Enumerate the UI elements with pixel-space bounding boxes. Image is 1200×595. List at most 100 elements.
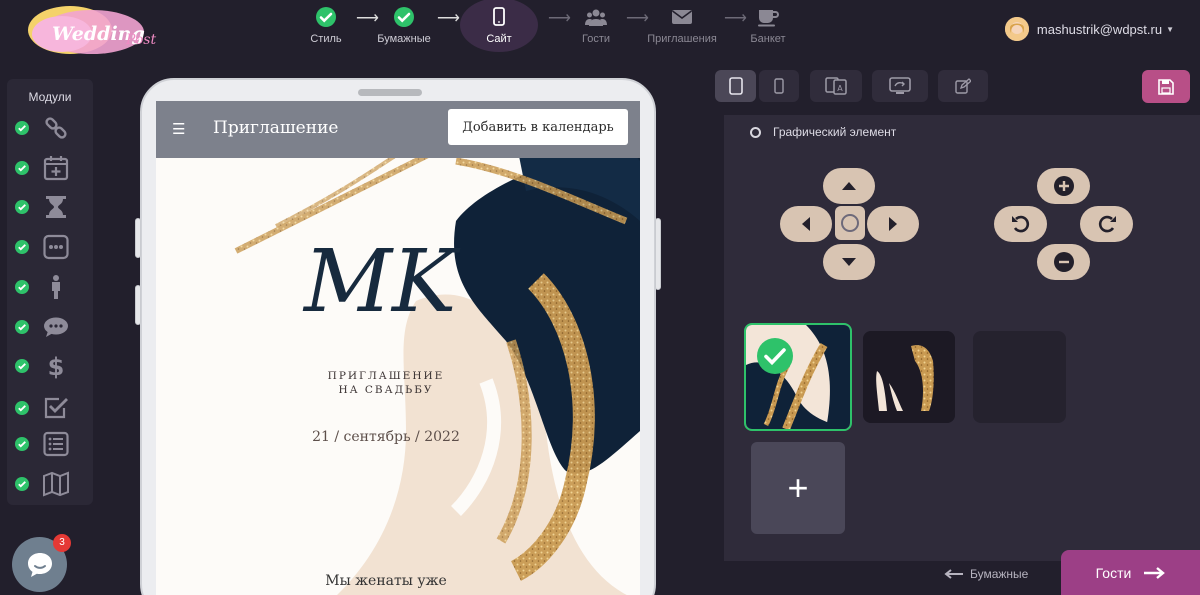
- check-icon: [15, 401, 29, 415]
- modules-title: Модули: [28, 90, 72, 104]
- next-guests-button[interactable]: Гости: [1061, 550, 1200, 595]
- arrow-left-icon: [802, 217, 810, 231]
- arrow-up-icon: [842, 182, 856, 190]
- module-calendar[interactable]: [15, 153, 85, 183]
- chat-widget-button[interactable]: 3: [12, 534, 71, 592]
- monogram-letter-m: MK: [302, 232, 461, 332]
- map-icon: [43, 471, 69, 497]
- rotate-right-icon: [1098, 215, 1116, 233]
- menu-icon[interactable]: ☰: [172, 120, 185, 138]
- wedding-date: 21 / сентябрь / 2022: [312, 429, 460, 445]
- check-icon: [15, 161, 29, 175]
- list-icon: [43, 431, 69, 457]
- tablet-view-button[interactable]: [715, 70, 756, 102]
- step-label: Приглашения: [647, 33, 717, 45]
- step-style[interactable]: Стиль: [286, 0, 366, 45]
- user-menu[interactable]: mashustrik@wdpst.ru ▼: [1004, 17, 1174, 41]
- arrow-down-icon: [842, 258, 856, 266]
- check-icon: [15, 437, 29, 451]
- step-label: Сайт: [486, 33, 512, 45]
- svg-text:A: A: [837, 84, 843, 93]
- graphic-element-option[interactable]: Графический элемент: [750, 125, 896, 139]
- monitor-icon: [889, 77, 911, 94]
- module-list[interactable]: [15, 429, 85, 459]
- thumbnail-artwork: [863, 331, 955, 423]
- edit-button[interactable]: [938, 70, 988, 102]
- user-email: mashustrik@wdpst.ru: [1036, 21, 1163, 37]
- phone-side-button: [655, 218, 661, 290]
- avatar: [1004, 17, 1029, 41]
- envelope-icon: [672, 10, 692, 24]
- save-button[interactable]: [1142, 70, 1190, 103]
- save-icon: [1158, 78, 1174, 95]
- graphic-thumbnail[interactable]: [863, 331, 955, 423]
- move-right-button[interactable]: [867, 206, 919, 242]
- preview-site-button[interactable]: [872, 70, 928, 102]
- translate-button[interactable]: A: [810, 70, 862, 102]
- step-label: Стиль: [310, 33, 342, 45]
- chevron-down-icon: ▼: [1166, 24, 1174, 34]
- rotate-right-button[interactable]: [1080, 206, 1133, 242]
- site-header: ☰ Приглашение Добавить в календарь: [156, 101, 640, 158]
- married-counter-title: Мы женаты уже: [325, 573, 447, 589]
- module-chat[interactable]: [15, 312, 85, 342]
- arrow-left-icon: [944, 569, 963, 579]
- dots-box-icon: [43, 234, 69, 260]
- step-banquet[interactable]: Банкет: [728, 0, 808, 45]
- add-to-calendar-button[interactable]: Добавить в календарь: [448, 109, 628, 145]
- arrow-right-icon: [889, 217, 897, 231]
- move-down-button[interactable]: [823, 244, 875, 280]
- minus-circle-icon: [1053, 252, 1074, 272]
- phone-side-button: [135, 218, 141, 258]
- back-to-paper-link[interactable]: Бумажные: [944, 567, 1028, 581]
- graphic-element-panel: Графический элемент +: [724, 115, 1200, 561]
- module-rsvp[interactable]: [15, 393, 85, 423]
- move-left-button[interactable]: [780, 206, 832, 242]
- mobile-view-button[interactable]: [759, 70, 799, 102]
- rotate-left-icon: [1011, 215, 1029, 233]
- chat-bubble-icon: [28, 553, 52, 577]
- module-countdown[interactable]: [15, 192, 85, 222]
- center-button[interactable]: [835, 206, 865, 240]
- step-paper[interactable]: Бумажные: [364, 0, 444, 45]
- add-graphic-button[interactable]: +: [751, 442, 845, 534]
- step-site[interactable]: Сайт: [460, 0, 538, 52]
- move-up-button[interactable]: [823, 168, 875, 204]
- chat-bubble-icon: [44, 317, 68, 337]
- module-person[interactable]: [15, 272, 85, 302]
- check-icon: [316, 7, 336, 27]
- graphic-thumbnail-empty[interactable]: [973, 331, 1066, 423]
- checkbox-icon: [44, 397, 68, 419]
- mobile-icon: [774, 78, 784, 94]
- site-menu-title: Приглашение: [213, 118, 339, 138]
- step-invitations[interactable]: Приглашения: [642, 0, 722, 45]
- radio-button[interactable]: [750, 126, 761, 138]
- step-guests[interactable]: Гости: [556, 0, 636, 45]
- calendar-plus-icon: [43, 156, 69, 181]
- plus-circle-icon: [1053, 176, 1074, 196]
- step-label: Бумажные: [377, 33, 431, 45]
- arrow-right-icon: ⟶: [437, 10, 460, 27]
- step-label: Гости: [581, 33, 611, 45]
- wedding-post-logo[interactable]: Wedding Post: [22, 4, 170, 56]
- zoom-in-button[interactable]: [1037, 168, 1090, 204]
- dollar-icon: $: [48, 353, 65, 379]
- link-icon: [45, 117, 67, 139]
- rotate-left-button[interactable]: [994, 206, 1047, 242]
- unread-badge: 3: [53, 534, 71, 552]
- users-icon: [585, 9, 607, 26]
- graphic-thumbnail-selected[interactable]: [744, 323, 852, 431]
- module-link[interactable]: [15, 113, 85, 143]
- person-icon: [52, 275, 60, 299]
- tablet-icon: [728, 77, 743, 95]
- module-more[interactable]: [15, 232, 85, 262]
- site-preview-screen: ☰ Приглашение Добавить в календарь MK ПР…: [156, 101, 640, 595]
- svg-text:$: $: [48, 353, 65, 379]
- phone-icon: [493, 7, 505, 26]
- zoom-out-button[interactable]: [1037, 244, 1090, 280]
- check-icon: [15, 200, 29, 214]
- module-map[interactable]: [15, 469, 85, 499]
- phone-speaker: [358, 89, 422, 96]
- selected-check-icon: [757, 338, 793, 374]
- module-gifts[interactable]: $: [15, 351, 85, 381]
